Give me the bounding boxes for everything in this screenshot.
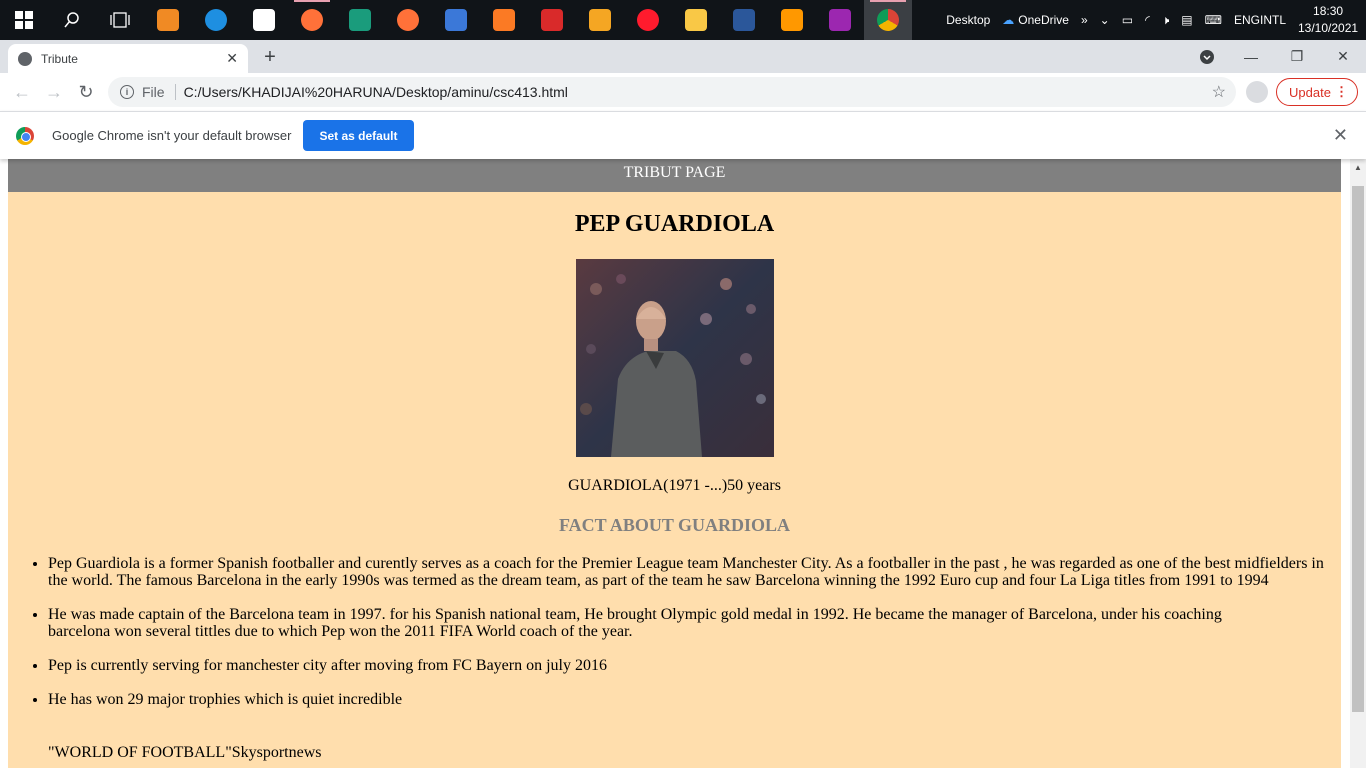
onedrive-toolbar[interactable]: ☁ OneDrive [996, 0, 1075, 40]
menu-dots-icon: ⋮ [1335, 84, 1348, 99]
divider [174, 84, 176, 100]
info-icon[interactable]: i [120, 85, 134, 99]
chevron-up-icon[interactable]: ⌄ [1094, 0, 1116, 40]
tab-tribute[interactable]: Tribute ✕ [8, 44, 248, 73]
address-bar[interactable]: i File C:/Users/KHADIJAI%20HARUNA/Deskto… [108, 77, 1236, 107]
update-label: Update [1289, 84, 1331, 100]
firefox-alt-icon[interactable] [384, 0, 432, 40]
winrar-icon[interactable] [816, 0, 864, 40]
clock[interactable]: 18:30 13/10/2021 [1292, 0, 1366, 40]
profile-avatar[interactable] [1246, 81, 1268, 103]
chrome-icon[interactable] [864, 0, 912, 40]
scroll-thumb[interactable] [1352, 186, 1364, 712]
reload-icon[interactable]: ↻ [70, 76, 102, 108]
restore-button[interactable]: ❐ [1274, 40, 1320, 73]
chrome-logo-icon [16, 126, 34, 145]
media-player-icon[interactable] [144, 0, 192, 40]
scheme-label: File [142, 84, 165, 100]
desktop-toolbar[interactable]: Desktop [940, 0, 996, 40]
battery-icon[interactable]: ▭ [1116, 0, 1139, 40]
chevron-more-icon[interactable]: » [1075, 0, 1094, 40]
lang-code: ENG [1233, 12, 1260, 27]
close-tab-icon[interactable]: ✕ [226, 50, 238, 67]
clock-date: 13/10/2021 [1298, 21, 1359, 35]
update-button[interactable]: Update ⋮ [1276, 78, 1358, 106]
publisher-icon[interactable] [336, 0, 384, 40]
onedrive-label: OneDrive [1018, 13, 1069, 27]
tribute-page: TRIBUT PAGE PEP GUARDIOLA GUARDIOLA(1971… [8, 159, 1341, 768]
action-center-icon[interactable]: ▤ [1175, 0, 1198, 40]
sublime-icon[interactable] [768, 0, 816, 40]
photo-caption: GUARDIOLA(1971 -...)50 years [568, 477, 781, 494]
scrollbar[interactable]: ▲ [1350, 159, 1366, 768]
input-language[interactable]: ENG INTL [1228, 0, 1292, 40]
infobar-message: Google Chrome isn't your default browser [52, 128, 292, 143]
back-icon[interactable]: ← [6, 76, 38, 108]
app-red-icon[interactable] [528, 0, 576, 40]
page-banner: TRIBUT PAGE [8, 159, 1341, 192]
clock-time: 18:30 [1313, 4, 1344, 18]
forward-icon[interactable]: → [38, 76, 70, 108]
store-icon[interactable] [240, 0, 288, 40]
browser-toolbar: ← → ↻ i File C:/Users/KHADIJAI%20HARUNA/… [0, 73, 1366, 111]
close-infobar-icon[interactable]: ✕ [1333, 125, 1348, 146]
list-item: He has won 29 major trophies which is qu… [48, 691, 1333, 708]
minimize-button[interactable]: — [1228, 40, 1274, 73]
network-app-icon[interactable] [432, 0, 480, 40]
tab-title: Tribute [41, 51, 78, 66]
file-explorer-icon[interactable] [672, 0, 720, 40]
wifi-icon[interactable]: ◜ [1139, 0, 1156, 40]
system-tray: Desktop ☁ OneDrive » ⌄ ▭ ◜ 🕨 ▤ ⌨ ENG INT… [940, 0, 1366, 40]
list-item: Pep Guardiola is a former Spanish footba… [48, 555, 1333, 589]
list-item: Pep is currently serving for manchester … [48, 657, 1333, 674]
uc-browser-icon[interactable] [576, 0, 624, 40]
volume-icon[interactable]: 🕨 [1156, 0, 1176, 40]
list-item: He was made captain of the Barcelona tea… [48, 606, 1333, 640]
page-viewport: TRIBUT PAGE PEP GUARDIOLA GUARDIOLA(1971… [0, 159, 1350, 768]
cloud-icon: ☁ [1002, 13, 1015, 27]
windows-start-icon[interactable] [0, 0, 48, 40]
guardiola-photo [576, 259, 774, 457]
opera-icon[interactable] [624, 0, 672, 40]
word-icon[interactable] [720, 0, 768, 40]
firefox-icon[interactable] [288, 0, 336, 40]
close-window-button[interactable]: ✕ [1320, 40, 1366, 73]
task-view-icon[interactable] [96, 0, 144, 40]
source-credit: "WORLD OF FOOTBALL"Skysportnews [48, 744, 322, 761]
scroll-up-icon[interactable]: ▲ [1350, 159, 1366, 176]
new-tab-button[interactable]: + [260, 44, 280, 70]
keyboard-icon[interactable]: ⌨ [1199, 0, 1228, 40]
xampp-icon[interactable] [480, 0, 528, 40]
page-heading: PEP GUARDIOLA [574, 211, 775, 237]
globe-icon [18, 51, 32, 66]
taskbar: Desktop ☁ OneDrive » ⌄ ▭ ◜ 🕨 ▤ ⌨ ENG INT… [0, 0, 1366, 40]
set-as-default-button[interactable]: Set as default [303, 120, 414, 151]
default-browser-infobar: Google Chrome isn't your default browser… [0, 111, 1366, 159]
tab-search-icon[interactable] [1184, 40, 1230, 73]
facts-title: FACT ABOUT GUARDIOLA [558, 515, 791, 535]
lang-layout: INTL [1259, 12, 1286, 27]
edge-icon[interactable] [192, 0, 240, 40]
facts-list: Pep Guardiola is a former Spanish footba… [48, 555, 1333, 725]
url-text[interactable]: C:/Users/KHADIJAI%20HARUNA/Desktop/aminu… [184, 84, 568, 100]
bookmark-star-icon[interactable]: ☆ [1212, 82, 1226, 102]
tab-strip: Tribute ✕ + [0, 40, 1366, 73]
search-icon[interactable] [48, 0, 96, 40]
